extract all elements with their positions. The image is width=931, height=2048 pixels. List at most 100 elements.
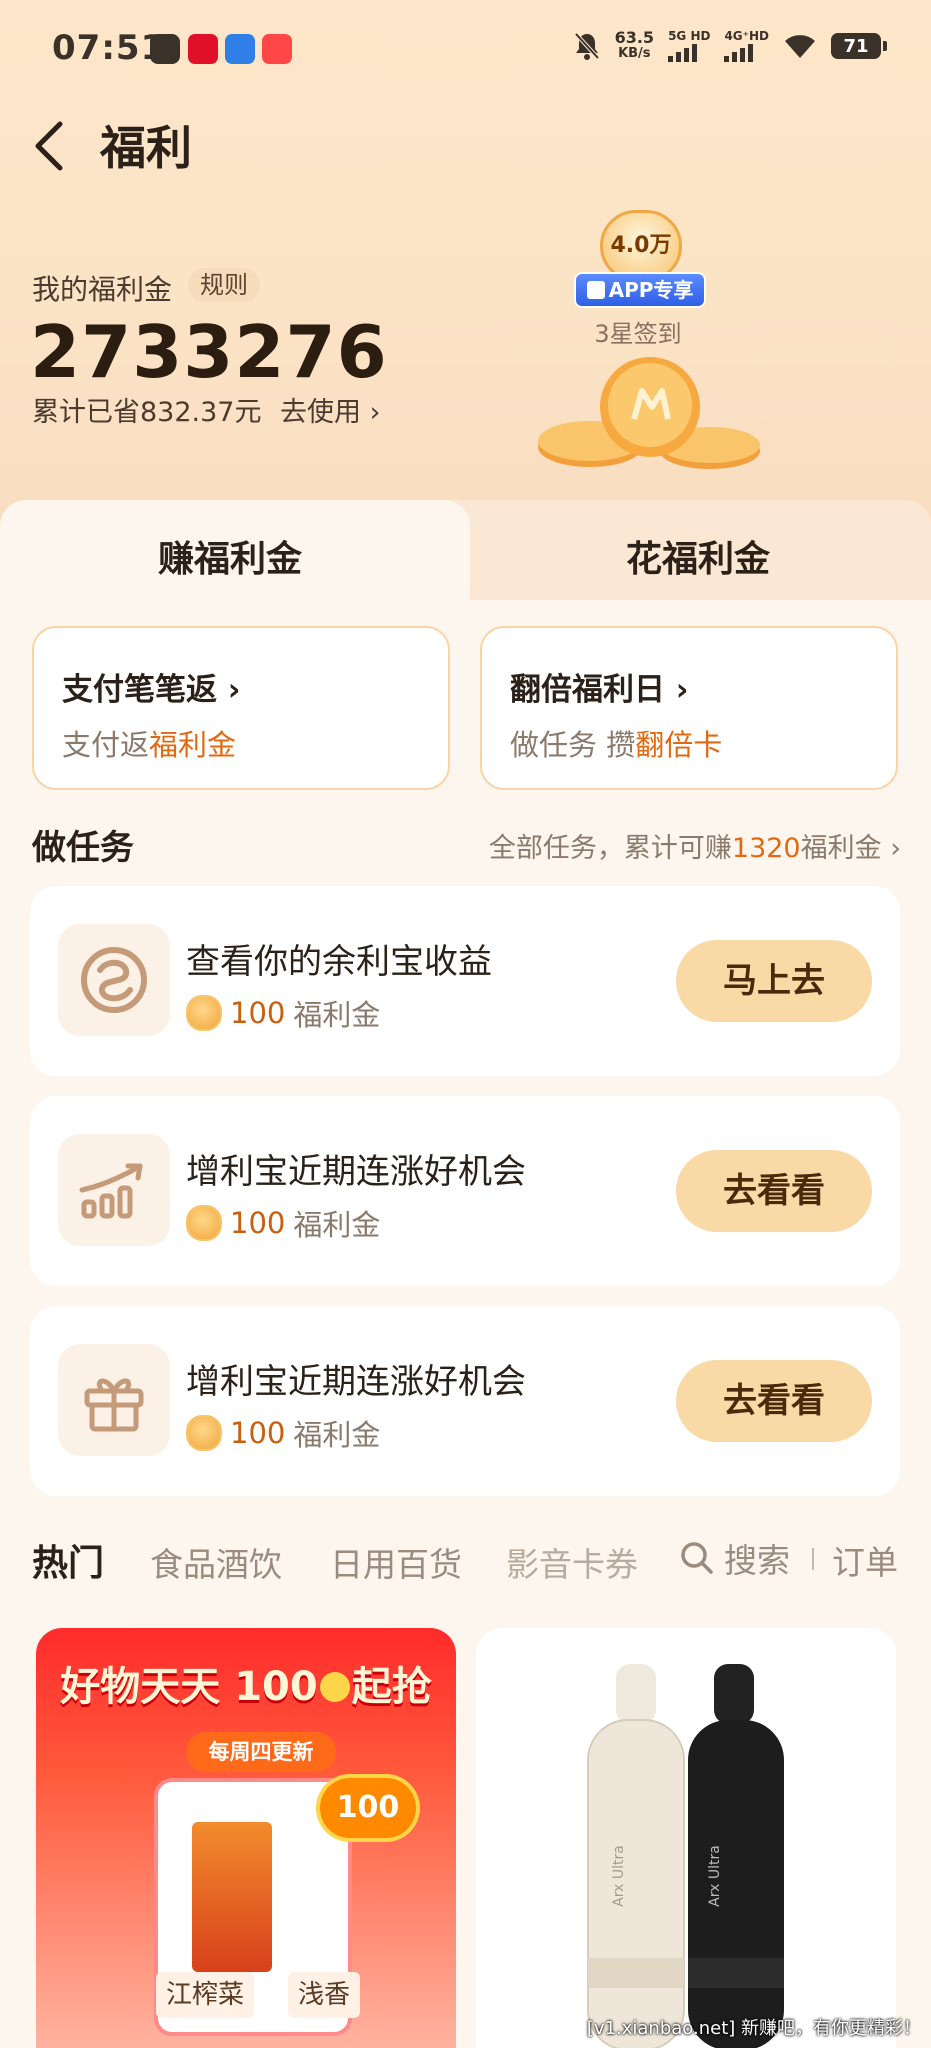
- app-badge-label: APP专享: [608, 278, 694, 302]
- search-label: 搜索: [724, 1541, 790, 1580]
- promo-title-suffix: 起抢: [351, 1664, 432, 1710]
- clown-app-icon: [262, 34, 292, 64]
- all-tasks-link[interactable]: 全部任务，累计可赚1320福利金 ›: [489, 826, 901, 865]
- coin-icon: [186, 1415, 222, 1451]
- savings-text: 累计已省832.37元: [32, 397, 262, 428]
- net-speed-unit: KB/s: [618, 46, 651, 61]
- promo-title: 好物天天 100: [60, 1664, 318, 1710]
- coin-icon: [186, 1205, 222, 1241]
- app-exclusive-badge: APP专享: [574, 272, 706, 308]
- promo-coin-icon: [319, 1672, 350, 1702]
- umbrella-brand-label: Arx Ultra: [610, 1845, 627, 1907]
- reward-unit: 福利金: [293, 1208, 381, 1242]
- coins-icon: [538, 357, 760, 469]
- watermark: [v1.xianbao.net] 新赚吧，有你更精彩！: [586, 2018, 921, 2039]
- status-indicators: 63.5 KB/s 5G HD 4G⁺HD 71: [573, 30, 887, 62]
- reward-unit: 福利金: [293, 998, 381, 1032]
- umbrella-brand-label: Arx Ultra: [706, 1845, 723, 1907]
- signal-4g: 4G⁺HD: [724, 30, 769, 62]
- task-card: 查看你的余利宝收益 100 福利金 马上去: [30, 886, 900, 1076]
- mute-bell-icon: [574, 32, 600, 60]
- balance-value: 2733276: [30, 310, 388, 394]
- promo-item-label: 江榨菜: [156, 1972, 255, 2018]
- page-title: 福利: [100, 121, 192, 175]
- feature-card-payment-cashback[interactable]: 支付笔笔返 › 支付返福利金: [32, 626, 450, 790]
- use-link[interactable]: 去使用 ›: [280, 390, 380, 429]
- feature-card-double-day[interactable]: 翻倍福利日 › 做任务 攒翻倍卡: [480, 626, 898, 790]
- signal-5g: 5G HD: [668, 30, 710, 62]
- app-m-icon: [586, 281, 605, 299]
- net-speed: 63.5 KB/s: [615, 30, 654, 62]
- search-icon: [681, 1542, 713, 1574]
- feature-sub-highlight: 福利金: [149, 728, 237, 762]
- category-tabs: 热门 食品酒饮 日用百货 影音卡券: [0, 1510, 931, 1610]
- search-button[interactable]: 搜索: [680, 1536, 790, 1580]
- promo-headline: 好物天天 100 起抢: [36, 1654, 456, 1712]
- chevron-left-icon: [35, 121, 63, 171]
- category-tab-hot[interactable]: 热门: [32, 1534, 104, 1586]
- balance-label: 我的福利金: [32, 273, 173, 306]
- feature-sub-prefix: 支付返: [62, 728, 150, 762]
- reward-amount: 100: [230, 1206, 286, 1240]
- signal-bars-icon: [668, 42, 710, 62]
- task-view-button[interactable]: 去看看: [676, 1150, 872, 1232]
- task-card: 增利宝近期连涨好机会 100 福利金 去看看: [30, 1096, 900, 1286]
- task-view-button[interactable]: 去看看: [676, 1360, 872, 1442]
- signal-4g-label: 4G⁺HD: [724, 29, 769, 43]
- tasks-title: 做任务: [32, 828, 134, 868]
- reward-amount: 100: [230, 996, 286, 1030]
- category-tab-media[interactable]: 影音卡券: [506, 1538, 638, 1586]
- tasks-summary-prefix: 全部任务，累计可赚: [488, 833, 732, 864]
- back-button[interactable]: [28, 118, 72, 174]
- task-title: 增利宝近期连涨好机会: [186, 1362, 526, 1402]
- orders-button[interactable]: 订单: [832, 1536, 898, 1584]
- task-go-button[interactable]: 马上去: [676, 940, 872, 1022]
- checkin-label: 3星签到: [594, 320, 682, 348]
- umbrella-product-image: [587, 1664, 784, 2048]
- promo-update-tag: 每周四更新: [186, 1732, 336, 1772]
- cloud-app-icon: [225, 34, 255, 64]
- wifi-icon: [785, 35, 815, 58]
- signal-bars-icon: [724, 42, 769, 62]
- checkin-promo[interactable]: 4.0万 APP专享 3星签到: [560, 210, 710, 350]
- category-tab-food[interactable]: 食品酒饮: [150, 1538, 282, 1586]
- trend-chart-icon: [58, 1134, 170, 1246]
- task-reward: 100 福利金: [186, 1412, 380, 1454]
- promo-item-label: 浅香: [288, 1972, 361, 2018]
- umbrella-product-card[interactable]: Arx Ultra Arx Ultra: [476, 1628, 896, 2048]
- promo-price-badge: 100: [320, 1778, 416, 1838]
- task-title: 查看你的余利宝收益: [186, 942, 492, 982]
- tab-earn[interactable]: 赚福利金: [0, 500, 470, 600]
- coin-icon: [186, 995, 222, 1031]
- feature-title: 翻倍福利日 ›: [510, 672, 689, 708]
- reward-amount: 100: [230, 1416, 286, 1450]
- tasks-summary-suffix: 福利金 ›: [800, 833, 901, 864]
- yulibao-icon: [58, 924, 170, 1036]
- product-package-image: [192, 1822, 272, 1972]
- tasks-summary-amount: 1320: [731, 833, 801, 864]
- tab-earn-label: 赚福利金: [158, 539, 303, 580]
- task-reward: 100 福利金: [186, 1202, 380, 1244]
- feature-sub-highlight: 翻倍卡: [635, 728, 723, 762]
- rules-button[interactable]: 规则: [188, 268, 260, 302]
- task-card: 增利宝近期连涨好机会 100 福利金 去看看: [30, 1306, 900, 1496]
- feature-subtitle: 做任务 攒翻倍卡: [510, 722, 722, 764]
- tmall-icon: [188, 34, 218, 64]
- feature-sub-prefix: 做任务 攒: [510, 728, 636, 762]
- promo-product-card[interactable]: 好物天天 100 起抢 每周四更新 100 江榨菜 浅香: [36, 1628, 456, 2048]
- reward-unit: 福利金: [293, 1418, 381, 1452]
- signal-5g-label: 5G HD: [668, 29, 711, 43]
- notification-app-icon: [150, 34, 180, 64]
- gift-icon: [58, 1344, 170, 1456]
- status-bar: 07:51 63.5 KB/s 5G HD 4G⁺HD 71: [0, 0, 931, 100]
- feature-title: 支付笔笔返 ›: [62, 672, 241, 708]
- category-tab-daily[interactable]: 日用百货: [330, 1538, 462, 1586]
- battery-icon: 71: [831, 33, 887, 59]
- divider: [812, 1548, 814, 1570]
- tab-spend-label: 花福利金: [626, 539, 771, 580]
- feature-subtitle: 支付返福利金: [62, 722, 236, 764]
- net-speed-value: 63.5: [614, 28, 655, 47]
- task-reward: 100 福利金: [186, 992, 380, 1034]
- task-title: 增利宝近期连涨好机会: [186, 1152, 526, 1192]
- tab-spend[interactable]: 花福利金: [430, 500, 931, 600]
